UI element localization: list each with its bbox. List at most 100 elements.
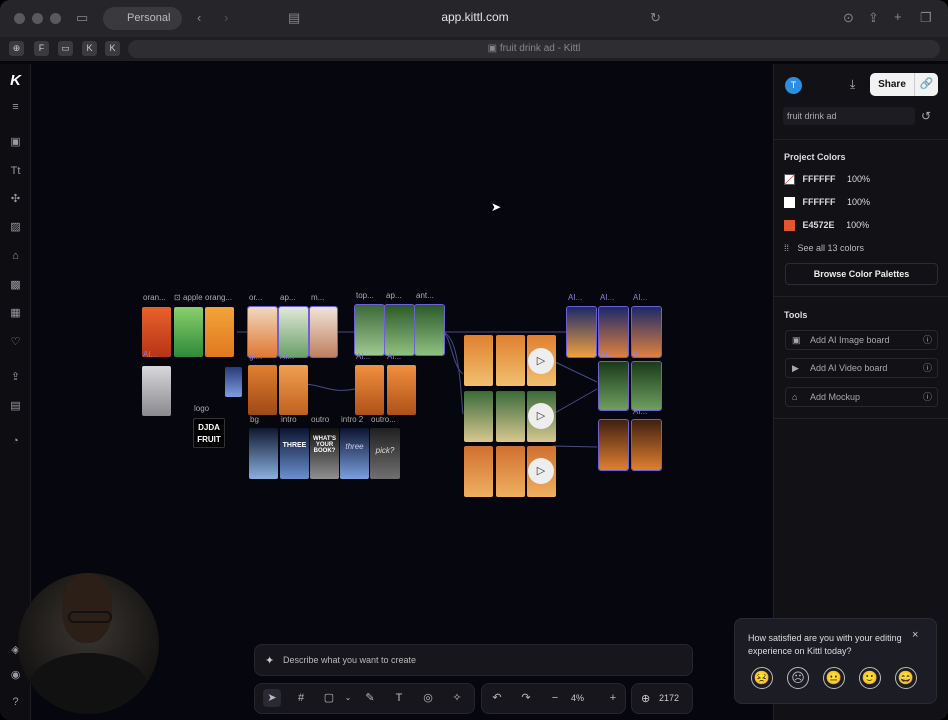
- upload-icon[interactable]: ⇪: [9, 371, 22, 384]
- board-label[interactable]: AI...: [387, 352, 401, 361]
- notifications-icon[interactable]: ◉: [9, 669, 22, 682]
- brand-kit-icon[interactable]: ▤: [9, 400, 22, 413]
- credits-badge[interactable]: ⊕ 2172: [631, 683, 693, 714]
- pinned-tab-4-icon[interactable]: K: [82, 41, 97, 56]
- board-label[interactable]: or...: [249, 293, 262, 302]
- ai-image[interactable]: [566, 306, 597, 358]
- can-apple-ai[interactable]: [278, 306, 309, 358]
- color-swatch[interactable]: [784, 220, 795, 232]
- info-icon[interactable]: ⓘ: [923, 359, 932, 377]
- comment-tool-icon[interactable]: ◎: [421, 691, 435, 705]
- zoom-window-button[interactable]: [50, 13, 61, 24]
- new-tab-icon[interactable]: +: [894, 10, 902, 24]
- outro-card[interactable]: WHAT'S YOUR BOOK?: [310, 428, 339, 479]
- board-label[interactable]: outro: [311, 415, 329, 424]
- address-bar[interactable]: app.kittl.com: [380, 10, 570, 24]
- can-green-3[interactable]: [414, 304, 445, 356]
- images-icon[interactable]: ▨: [9, 221, 22, 234]
- intro-card[interactable]: THREE: [280, 428, 309, 479]
- play-icon[interactable]: ▷: [528, 458, 554, 484]
- layout-icon[interactable]: ▣: [9, 136, 22, 149]
- can-green-2[interactable]: [384, 304, 415, 356]
- video-frame[interactable]: [496, 446, 525, 497]
- tabs-icon[interactable]: ❐: [920, 11, 932, 25]
- ai-image[interactable]: [631, 361, 662, 411]
- user-avatar[interactable]: T: [785, 77, 802, 94]
- rating-very-unsatisfied-icon[interactable]: 😣: [751, 667, 773, 689]
- share-button[interactable]: Share: [870, 73, 914, 96]
- zoom-in-icon[interactable]: +: [606, 691, 620, 705]
- info-icon[interactable]: ⓘ: [923, 388, 932, 406]
- color-row[interactable]: E4572E 100%: [784, 220, 869, 232]
- board-label[interactable]: AI...: [143, 350, 157, 359]
- add-mockup[interactable]: ⌂ Add Mockup ⓘ: [785, 387, 938, 407]
- board-label[interactable]: m...: [311, 293, 324, 302]
- can-orange-splash[interactable]: [355, 365, 384, 415]
- can-orange-splash-2[interactable]: [387, 365, 416, 415]
- link-icon[interactable]: 🔗: [914, 73, 938, 96]
- board-label[interactable]: AI...: [633, 350, 647, 359]
- logo-card[interactable]: DJDA FRUIT: [193, 418, 225, 448]
- redo-icon[interactable]: ↷: [519, 691, 533, 705]
- video-frame[interactable]: [464, 391, 493, 442]
- download-icon[interactable]: ⊙: [843, 11, 854, 25]
- favorites-icon[interactable]: ♡: [9, 336, 22, 349]
- board-label[interactable]: AI...: [280, 352, 294, 361]
- pinned-tab-3-icon[interactable]: ▭: [58, 41, 73, 56]
- intro-2-card[interactable]: three: [340, 428, 369, 479]
- frame-tool-icon[interactable]: #: [294, 691, 308, 705]
- can-mango-ai[interactable]: [309, 306, 338, 358]
- tab-overview-icon[interactable]: ▤: [288, 11, 300, 25]
- undo-icon[interactable]: ↶: [490, 691, 504, 705]
- minimize-window-button[interactable]: [32, 13, 43, 24]
- board-label[interactable]: ant...: [416, 291, 434, 300]
- color-swatch[interactable]: [784, 197, 795, 209]
- rating-unsatisfied-icon[interactable]: ☹: [787, 667, 809, 689]
- grid-icon[interactable]: ▦: [9, 307, 22, 320]
- help-icon[interactable]: ?: [9, 696, 22, 709]
- prompt-bar[interactable]: ✦ Describe what you want to create: [254, 644, 693, 676]
- board-label[interactable]: oran...: [143, 293, 166, 302]
- text-icon[interactable]: Tt: [9, 165, 22, 178]
- video-frame[interactable]: [496, 335, 525, 386]
- board-label[interactable]: ap...: [280, 293, 296, 302]
- forward-icon[interactable]: ›: [224, 11, 228, 25]
- board-label[interactable]: AI...: [600, 350, 614, 359]
- video-frame[interactable]: [464, 446, 493, 497]
- zoom-level[interactable]: 4%: [571, 693, 584, 703]
- board-label[interactable]: orang...: [205, 293, 232, 302]
- add-ai-image-board[interactable]: ▣ Add AI Image board ⓘ: [785, 330, 938, 350]
- info-icon[interactable]: ⓘ: [923, 331, 932, 349]
- can-apple[interactable]: [174, 307, 203, 357]
- ai-image[interactable]: [598, 361, 629, 411]
- can-silver[interactable]: [142, 366, 171, 416]
- see-all-colors-link[interactable]: ⁞⁞ See all 13 colors: [784, 243, 864, 253]
- shape-tool-icon[interactable]: ▢: [322, 691, 336, 705]
- board-label[interactable]: bg: [250, 415, 259, 424]
- ai-image[interactable]: [631, 419, 662, 471]
- can-mango[interactable]: [205, 307, 234, 357]
- outro-2-card[interactable]: pick?: [370, 428, 400, 479]
- board-label[interactable]: intro 2: [341, 415, 363, 424]
- sidebar-toggle-icon[interactable]: ▭: [76, 11, 88, 25]
- text-tool-icon[interactable]: T: [392, 691, 406, 705]
- rating-very-satisfied-icon[interactable]: 😄: [895, 667, 917, 689]
- reload-icon[interactable]: ↻: [650, 11, 661, 25]
- elements-icon[interactable]: ✣: [9, 193, 22, 206]
- project-name-input[interactable]: fruit drink ad: [783, 107, 915, 125]
- color-row[interactable]: FFFFFF 100%: [784, 174, 870, 186]
- board-label[interactable]: logo: [194, 404, 209, 413]
- photos-icon[interactable]: ▩: [9, 279, 22, 292]
- board-label[interactable]: intro: [281, 415, 297, 424]
- browse-palettes-button[interactable]: Browse Color Palettes: [785, 263, 938, 285]
- history-icon[interactable]: ↺: [921, 109, 931, 123]
- download-icon[interactable]: ⤓: [850, 77, 855, 92]
- menu-icon[interactable]: ≡: [9, 101, 22, 114]
- board-label[interactable]: AI...: [633, 293, 647, 302]
- board-label[interactable]: AI...: [568, 293, 582, 302]
- board-thumb[interactable]: [225, 367, 242, 397]
- ai-tool-icon[interactable]: ✧: [450, 691, 464, 705]
- mockup-icon[interactable]: ⌂: [9, 250, 22, 263]
- pinned-tab-5-icon[interactable]: K: [105, 41, 120, 56]
- pen-tool-icon[interactable]: ✎: [363, 691, 377, 705]
